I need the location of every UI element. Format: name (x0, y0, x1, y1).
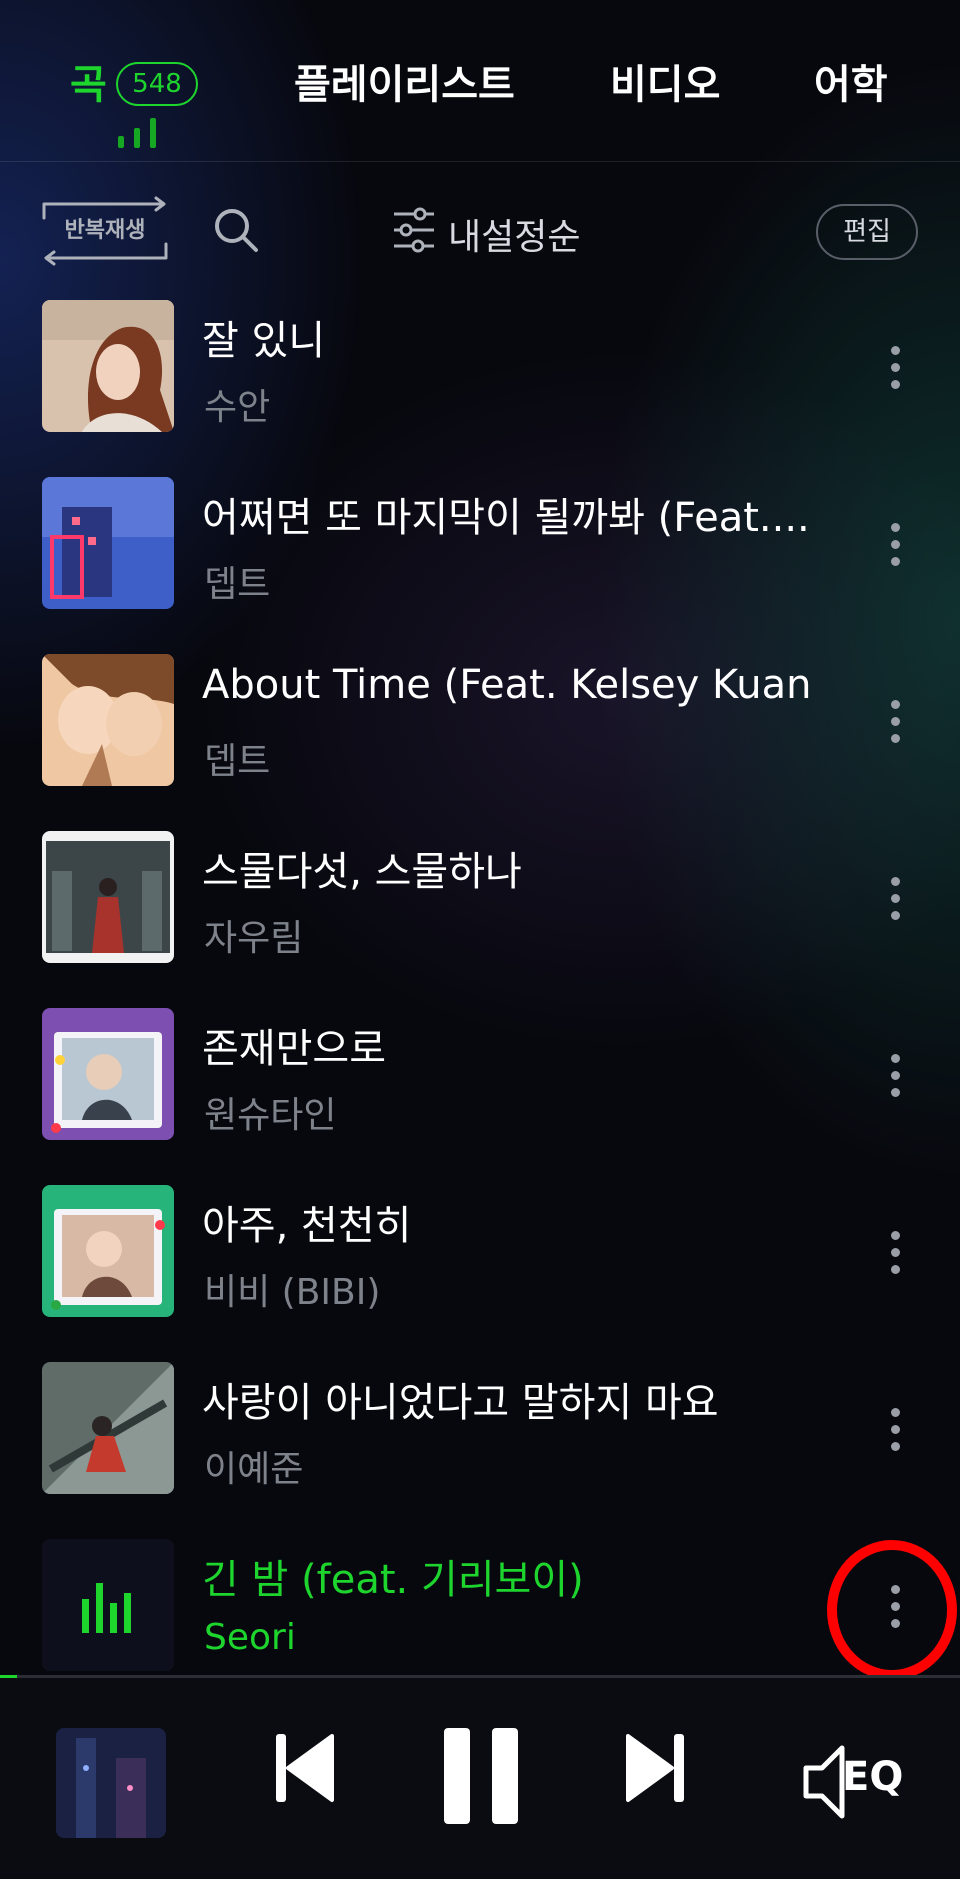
repeat-play-label: 반복재생 (64, 218, 146, 243)
mini-player: EQ (0, 1678, 960, 1879)
sort-label: 내설정순 (448, 217, 581, 258)
song-row[interactable]: 아주, 천천히 비비 (BIBI) (0, 1185, 960, 1361)
song-title: About Time (Feat. Kelsey Kuan) (202, 662, 812, 708)
previous-track-icon[interactable] (274, 1730, 336, 1806)
song-artist: 비비 (BIBI) (204, 1272, 381, 1313)
song-title: 사랑이 아니었다고 말하지 마요 (202, 1380, 719, 1426)
album-cover (42, 477, 174, 609)
more-options-icon[interactable] (870, 332, 920, 402)
song-row[interactable]: 스물다섯, 스물하나 자우림 (0, 831, 960, 1007)
edit-button[interactable]: 편집 (816, 204, 918, 260)
song-artist: 이예준 (204, 1449, 304, 1490)
song-row[interactable]: 어쩌면 또 마지막이 될까봐 (Feat.... 뎁트 (0, 477, 960, 653)
song-count-badge: 548 (116, 62, 198, 106)
music-library-screen: 곡 548 플레이리스트 비디오 어학 반복재생 내설정순 편집 잘 있니 수안… (0, 0, 960, 1879)
next-track-icon[interactable] (624, 1730, 686, 1806)
song-artist: 뎁트 (204, 741, 271, 782)
song-artist: 뎁트 (204, 564, 271, 605)
song-title: 존재만으로 (202, 1026, 386, 1072)
pause-icon[interactable] (442, 1726, 520, 1826)
song-artist: 자우림 (204, 918, 304, 959)
song-title: 잘 있니 (202, 318, 326, 364)
repeat-play-button[interactable]: 반복재생 (40, 196, 170, 266)
song-row[interactable]: 잘 있니 수안 (0, 300, 960, 476)
album-cover (42, 1362, 174, 1494)
more-options-icon[interactable] (870, 509, 920, 579)
album-cover (42, 300, 174, 432)
equalizer-button[interactable]: EQ (800, 1744, 910, 1820)
now-playing-bars-icon (118, 118, 158, 148)
sort-sliders-icon (394, 207, 434, 253)
song-row[interactable]: 사랑이 아니었다고 말하지 마요 이예준 (0, 1362, 960, 1538)
tab-songs[interactable]: 곡 (70, 52, 107, 110)
more-options-icon[interactable] (870, 1217, 920, 1287)
tab-language[interactable]: 어학 (814, 52, 888, 110)
song-title: 아주, 천천히 (202, 1203, 412, 1249)
album-cover (42, 1008, 174, 1140)
song-artist: Seori (204, 1617, 296, 1658)
tab-videos[interactable]: 비디오 (610, 52, 720, 110)
album-cover (42, 1539, 174, 1671)
highlight-circle (827, 1540, 957, 1680)
song-artist: 원슈타인 (204, 1095, 337, 1136)
now-playing-cover[interactable] (56, 1728, 166, 1838)
more-options-icon[interactable] (870, 1040, 920, 1110)
more-options-icon[interactable] (870, 686, 920, 756)
song-row[interactable]: 존재만으로 원슈타인 (0, 1008, 960, 1184)
sort-button[interactable]: 내설정순 (392, 200, 580, 260)
more-options-icon[interactable] (870, 1394, 920, 1464)
category-tabs: 곡 548 플레이리스트 비디오 어학 (0, 0, 960, 162)
list-toolbar: 반복재생 내설정순 편집 (0, 190, 960, 274)
song-title: 긴 밤 (feat. 기리보이) (202, 1557, 584, 1603)
song-title: 스물다섯, 스물하나 (202, 849, 522, 895)
tab-playlists[interactable]: 플레이리스트 (294, 52, 515, 110)
album-cover (42, 831, 174, 963)
search-button[interactable] (212, 206, 260, 254)
eq-label: EQ (842, 1754, 904, 1800)
album-cover (42, 1185, 174, 1317)
song-artist: 수안 (204, 387, 271, 428)
song-title: 어쩌면 또 마지막이 될까봐 (Feat.... (202, 495, 810, 541)
search-icon (215, 209, 258, 252)
more-options-icon[interactable] (870, 863, 920, 933)
album-cover (42, 654, 174, 786)
song-row[interactable]: About Time (Feat. Kelsey Kuan) 뎁트 (0, 654, 960, 830)
